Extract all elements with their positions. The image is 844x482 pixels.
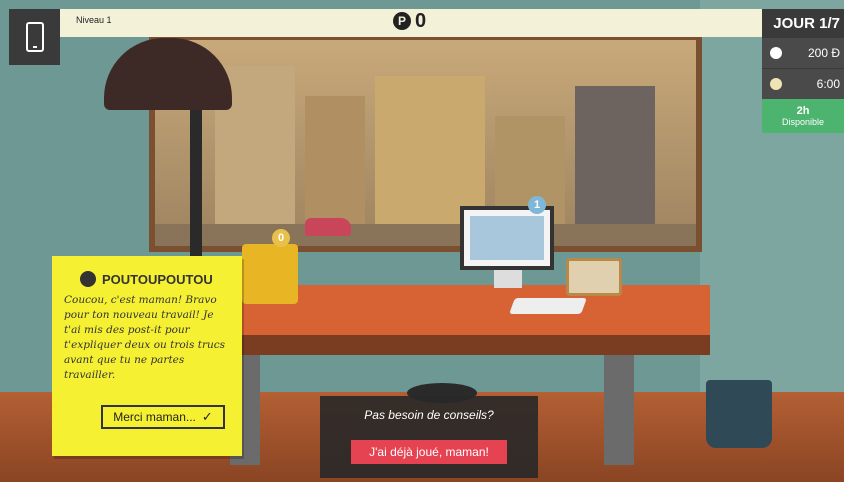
available-label: Disponible xyxy=(781,117,825,127)
money-icon xyxy=(770,47,782,59)
tray-badge: 0 xyxy=(272,229,290,247)
plant-pot xyxy=(706,380,772,448)
avatar-icon xyxy=(80,271,96,287)
money-stat: 200 Ð xyxy=(762,37,844,68)
mail-tray[interactable] xyxy=(242,244,298,304)
phone-button[interactable] xyxy=(9,9,60,65)
time-stat: 6:00 xyxy=(762,68,844,99)
note-sender: POUTOUPOUTOU xyxy=(102,271,213,287)
skip-tutorial-button[interactable]: J'ai déjà joué, maman! xyxy=(351,440,507,464)
skip-question: Pas besoin de conseils? xyxy=(364,408,494,422)
thanks-button-label: Merci maman... xyxy=(113,410,196,424)
available-hours-value: 2h xyxy=(796,105,810,117)
city-window xyxy=(149,34,702,252)
check-icon: ✓ xyxy=(201,409,213,424)
computer-monitor[interactable] xyxy=(460,206,554,270)
car xyxy=(305,218,351,236)
note-header: POUTOUPOUTOU xyxy=(80,271,213,287)
monitor-badge: 1 xyxy=(528,196,546,214)
coin-value: 0 xyxy=(415,9,427,32)
coin-icon: P xyxy=(393,12,411,30)
game-scene: 0 1 Niveau 1 P 0 JOUR 1/7 200 Ð 6:00 2h … xyxy=(0,0,844,482)
phone-icon xyxy=(25,22,44,52)
radio[interactable] xyxy=(566,258,622,296)
time-value: 6:00 xyxy=(816,77,840,91)
monitor-screen xyxy=(470,216,544,260)
thanks-button[interactable]: Merci maman... ✓ xyxy=(101,405,225,429)
coin-counter: P 0 xyxy=(393,9,426,33)
lamp-pole xyxy=(190,110,202,260)
day-counter: JOUR 1/7 xyxy=(762,9,844,37)
available-hours: 2h Disponible xyxy=(762,99,844,133)
level-label: Niveau 1 xyxy=(76,15,112,25)
money-value: 200 Ð xyxy=(807,46,840,60)
status-panel: JOUR 1/7 200 Ð 6:00 2h Disponible xyxy=(762,9,844,133)
clock-icon xyxy=(770,78,782,90)
keyboard[interactable] xyxy=(509,298,587,314)
note-message: Coucou, c'est maman! Bravo pour ton nouv… xyxy=(64,294,226,381)
